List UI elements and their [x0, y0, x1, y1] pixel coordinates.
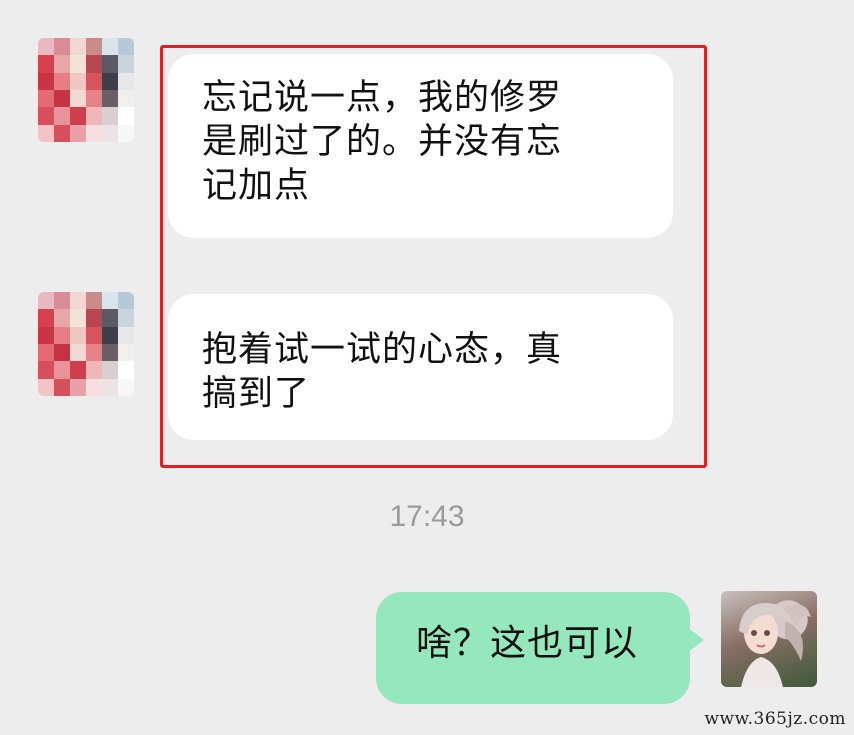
- anime-character-icon: [739, 603, 811, 687]
- site-watermark: www.365jz.com: [704, 709, 846, 729]
- contact-avatar[interactable]: [38, 38, 134, 142]
- contact-avatar[interactable]: [38, 292, 134, 396]
- highlight-annotation-box: [160, 45, 707, 468]
- outgoing-message-bubble[interactable]: 啥？这也可以: [376, 592, 690, 704]
- message-text: 啥？这也可以: [416, 623, 639, 664]
- bubble-tail: [688, 628, 704, 652]
- user-avatar[interactable]: [721, 591, 817, 687]
- message-timestamp: 17:43: [389, 500, 465, 533]
